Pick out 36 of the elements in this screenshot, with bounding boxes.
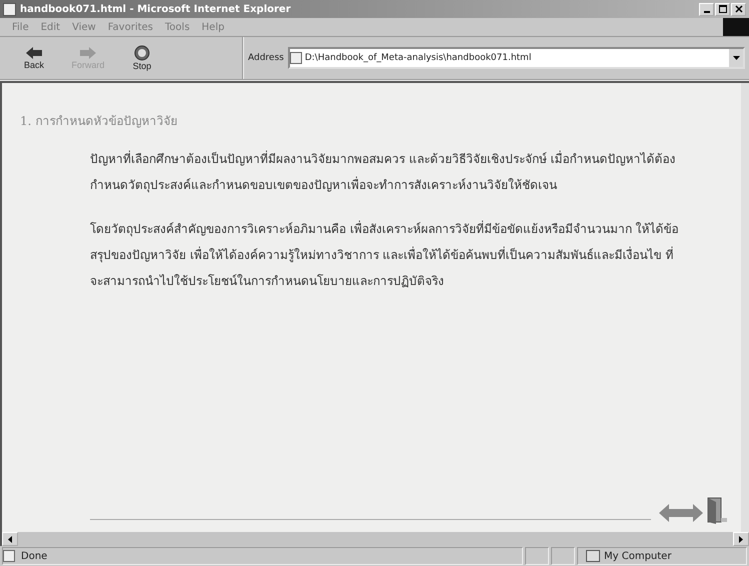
menu-item[interactable]: Tools [165,22,190,32]
exit-door-icon[interactable] [705,496,727,524]
menu-item[interactable]: File [12,22,29,32]
menu-item[interactable]: Edit [40,22,60,32]
left-triangle-icon [8,536,12,542]
paragraph: โดยวัตถุประสงค์สำคัญของการวิเคราะห์อภิมานคือ เพื่อสังเคราะห์ผลการวิจัยที่มีข้อขัดแย้งหรือมีจำนวนมาก ให้ได้ข้อสรุปของปัญหาวิจัย เพื่อให้ได้องค์ความรู้ใหม่ทางวิชาการ และเพื่อให้ได้ข้อค้นพบที่เป็นความสัมพันธ์และมีเงื่อนไข ที่จะสามารถนำไปใช้ประโยชน์ในการกำหนดนโยบายและการปฏิบัติจริง [90,220,680,290]
horizontal-scrollbar[interactable] [0,532,749,546]
menu-item[interactable]: Help [202,22,224,32]
back-button[interactable]: Back [12,46,56,70]
status-panel [551,547,575,565]
left-right-arrows-icon[interactable] [659,502,703,524]
address-field[interactable]: D:\Handbook_of_Meta-analysis\handbook071.html [288,47,745,69]
paragraph: ปัญหาที่เลือกศึกษาต้องเป็นปัญหาที่มีผลงานวิจัยมากพอสมควร และด้วยวิธีวิจัยเชิงประจักษ์ เมื่อกำหนดปัญหาได้ต้องกำหนดวัตถุประสงค์และกำหนดขอบเขตของปัญหาเพื่อจะทำการสังเคราะห์งานวิจัยให้ชัดเจน [90,150,677,194]
menu-item[interactable]: Favorites [108,22,154,32]
section-heading: 1. การกำหนดหัวข้อปัญหาวิจัย [20,113,178,130]
right-arrow-icon [79,46,97,60]
close-icon [734,5,742,13]
scroll-left-button[interactable] [2,532,18,546]
stop-icon [134,45,150,61]
maximize-icon [718,5,726,13]
zone-text: My Computer [604,550,672,562]
address-label: Address [248,53,284,63]
stop-button[interactable]: Stop [120,45,164,71]
scroll-right-button[interactable] [733,532,749,546]
right-triangle-icon [739,536,743,542]
minimize-button[interactable] [699,2,714,16]
window-title: handbook071.html - Microsoft Internet Explorer [20,4,292,14]
vertical-scrollbar[interactable] [741,83,749,532]
status-text: Done [21,550,48,562]
maximize-button[interactable] [715,2,730,16]
menu-item[interactable]: View [72,22,96,32]
caret-icon [732,56,740,60]
left-arrow-icon [25,46,43,60]
status-panel [525,547,549,565]
close-button[interactable] [731,2,746,16]
dropdown-button[interactable] [729,49,743,67]
